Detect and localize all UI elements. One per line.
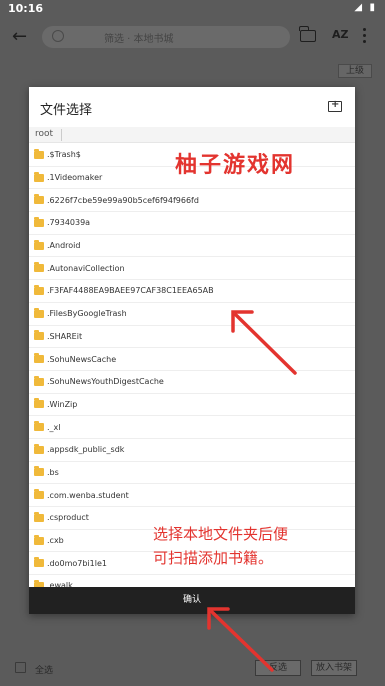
invert-selection-button[interactable]: 反选 (255, 660, 301, 676)
bottom-bar: 全选 反选 放入书架 (0, 654, 385, 686)
file-name: .7934039a (47, 218, 91, 228)
file-name: .do0mo7bi1le1 (47, 558, 108, 568)
file-name: .AutonaviCollection (47, 263, 125, 273)
folder-icon (34, 239, 44, 250)
folder-icon (34, 421, 44, 432)
file-list-item[interactable]: .F3FAF4488EA9BAEE97CAF38C1EEA65AB (29, 280, 355, 303)
file-name: .WinZip (47, 399, 78, 409)
file-name: .FilesByGoogleTrash (47, 309, 127, 319)
app-bar: ← 筛选 · 本地书城 AZ (0, 18, 385, 56)
select-all-checkbox[interactable] (15, 662, 26, 673)
folder-icon[interactable] (299, 26, 316, 42)
annotation-text: 选择本地文件夹后便 可扫描添加书籍。 (153, 522, 333, 570)
folder-icon (34, 194, 44, 205)
watermark-text: 柚子游戏网 (175, 153, 296, 178)
search-placeholder: 筛选 · 本地书城 (104, 34, 174, 45)
file-name: .bs (47, 467, 59, 477)
file-list-item[interactable]: .7934039a (29, 212, 355, 235)
file-name: .SohuNewsYouthDigestCache (47, 377, 164, 387)
file-name: .cxb (47, 536, 64, 546)
file-name: .F3FAF4488EA9BAEE97CAF38C1EEA65AB (47, 286, 214, 296)
confirm-button[interactable]: 确认 (29, 587, 355, 614)
folder-icon (34, 171, 44, 182)
annotation-line-2: 可扫描添加书籍。 (153, 549, 274, 567)
folder-icon (34, 375, 44, 386)
folder-icon (34, 398, 44, 409)
file-list-item[interactable]: .SohuNewsYouthDigestCache (29, 371, 355, 394)
breadcrumb: root (29, 127, 355, 143)
status-time: 10:16 (8, 2, 44, 15)
folder-icon (34, 330, 44, 341)
folder-icon (34, 216, 44, 227)
search-icon (52, 30, 64, 42)
folder-icon (34, 534, 44, 545)
file-list-item[interactable]: .SohuNewsCache (29, 348, 355, 371)
folder-icon (34, 466, 44, 477)
search-input[interactable]: 筛选 · 本地书城 (42, 26, 290, 48)
breadcrumb-root[interactable]: root (35, 129, 63, 141)
folder-icon (34, 262, 44, 273)
folder-icon (34, 353, 44, 364)
up-level-button[interactable]: 上级 (338, 64, 372, 78)
file-name: .1Videomaker (47, 173, 103, 183)
folder-icon (34, 284, 44, 295)
file-name: .6226f7cbe59e99a90b5cef6f94f966fd (47, 195, 199, 205)
back-arrow-icon[interactable]: ← (12, 27, 32, 47)
file-name: .com.wenba.student (47, 490, 129, 500)
folder-icon (34, 557, 44, 568)
folder-icon (34, 511, 44, 522)
select-all-label: 全选 (35, 666, 54, 676)
sort-az-icon[interactable]: AZ (332, 28, 349, 41)
annotation-line-1: 选择本地文件夹后便 (153, 525, 289, 543)
folder-icon (34, 307, 44, 318)
dialog-title: 文件选择 (40, 103, 93, 118)
file-name: .appsdk_public_sdk (47, 445, 125, 455)
folder-icon (34, 148, 44, 159)
file-list-item[interactable]: .com.wenba.student (29, 484, 355, 507)
add-to-shelf-button[interactable]: 放入书架 (311, 660, 357, 676)
status-icons: ◢ ▮ (354, 2, 377, 13)
file-list-item[interactable]: .6226f7cbe59e99a90b5cef6f94f966fd (29, 189, 355, 213)
file-list-item[interactable]: .WinZip (29, 394, 355, 417)
file-name: ._xl (47, 422, 61, 432)
file-name: .$Trash$ (47, 150, 81, 160)
file-name: .Android (47, 241, 81, 251)
file-list-item[interactable]: .ewalk (29, 575, 355, 587)
file-list-item[interactable]: .appsdk_public_sdk (29, 439, 355, 462)
file-list-item[interactable]: .AutonaviCollection (29, 257, 355, 281)
file-list: .$Trash$ .1Videomaker .6226f7cbe59e99a90b5… (29, 144, 355, 587)
file-name: .csproduct (47, 513, 89, 523)
new-folder-icon[interactable] (328, 99, 342, 112)
file-list-item[interactable]: ._xl (29, 416, 355, 439)
status-bar: 10:16 ◢ ▮ (0, 0, 385, 18)
dialog-header: 文件选择 (29, 87, 355, 127)
file-list-item[interactable]: .SHAREit (29, 326, 355, 349)
file-name: .SHAREit (47, 331, 83, 341)
file-list-item[interactable]: .FilesByGoogleTrash (29, 303, 355, 326)
folder-icon (34, 443, 44, 454)
file-name: .SohuNewsCache (47, 354, 117, 364)
file-list-item[interactable]: .Android (29, 235, 355, 258)
folder-icon (34, 489, 44, 500)
file-list-item[interactable]: .bs (29, 462, 355, 485)
more-menu-icon[interactable] (363, 28, 367, 44)
